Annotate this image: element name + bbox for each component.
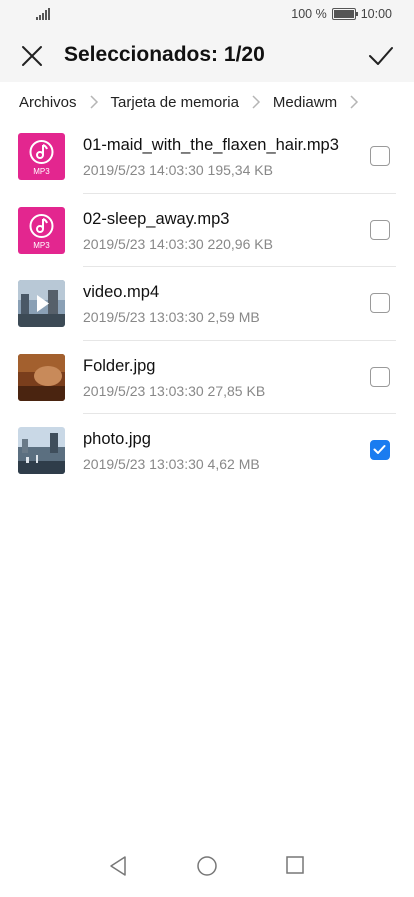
- back-triangle-icon[interactable]: [108, 855, 128, 877]
- status-bar: 100 % 10:00: [0, 0, 414, 30]
- file-row[interactable]: video.mp4 2019/5/23 13:03:30 2,59 MB: [0, 267, 414, 341]
- recents-square-icon[interactable]: [285, 855, 305, 875]
- page-title: Seleccionados: 1/20: [64, 43, 265, 66]
- file-meta: 2019/5/23 13:03:30 2,59 MB: [83, 309, 260, 325]
- battery-icon: [331, 8, 358, 20]
- file-row[interactable]: Folder.jpg 2019/5/23 13:03:30 27,85 KB: [0, 341, 414, 414]
- file-meta: 2019/5/23 13:03:30 4,62 MB: [83, 456, 260, 472]
- video-thumbnail: [18, 280, 65, 327]
- photo-thumbnail: [18, 427, 65, 474]
- file-checkbox[interactable]: [370, 146, 390, 166]
- home-circle-icon[interactable]: [196, 855, 218, 877]
- clock: 10:00: [360, 7, 392, 21]
- file-name: video.mp4: [83, 283, 160, 301]
- file-checkbox[interactable]: [370, 219, 390, 240]
- file-row[interactable]: photo.jpg 2019/5/23 13:03:30 4,62 MB: [0, 414, 414, 488]
- chevron-right-icon: [350, 95, 359, 109]
- checkmark-icon: [373, 445, 386, 454]
- system-navigation-bar: [0, 839, 414, 897]
- file-checkbox-checked[interactable]: [370, 440, 390, 460]
- image-thumbnail: [18, 353, 65, 401]
- file-name: 02-sleep_away.mp3: [83, 209, 230, 228]
- close-icon[interactable]: [20, 44, 44, 68]
- chevron-right-icon: [90, 95, 98, 109]
- breadcrumb-tarjeta[interactable]: Tarjeta de memoria: [111, 94, 239, 111]
- file-checkbox[interactable]: [370, 293, 390, 313]
- file-meta: 2019/5/23 13:03:30 27,85 KB: [83, 382, 266, 399]
- confirm-check-icon[interactable]: [368, 44, 394, 68]
- file-meta: 2019/5/23 14:03:30 195,34 KB: [83, 162, 273, 178]
- mp3-file-icon: MP3: [18, 133, 65, 180]
- file-meta: 2019/5/23 14:03:30 220,96 KB: [83, 235, 273, 252]
- signal-icon: [36, 8, 50, 20]
- mp3-file-icon: MP3: [18, 206, 65, 254]
- breadcrumb: Archivos Tarjeta de memoria Mediawm: [0, 82, 414, 122]
- app-bar: Seleccionados: 1/20: [0, 30, 414, 82]
- breadcrumb-archivos[interactable]: Archivos: [19, 94, 77, 111]
- file-row[interactable]: MP3 02-sleep_away.mp3 2019/5/23 14:03:30…: [0, 194, 414, 267]
- file-name: photo.jpg: [83, 430, 151, 448]
- breadcrumb-mediawm[interactable]: Mediawm: [273, 94, 337, 111]
- file-row[interactable]: MP3 01-maid_with_the_flaxen_hair.mp3 201…: [0, 120, 414, 194]
- file-name: 01-maid_with_the_flaxen_hair.mp3: [83, 136, 339, 154]
- file-checkbox[interactable]: [370, 366, 390, 387]
- battery-percent: 100 %: [291, 7, 327, 21]
- file-name: Folder.jpg: [83, 356, 156, 375]
- chevron-right-icon: [252, 95, 260, 109]
- file-list: MP3 01-maid_with_the_flaxen_hair.mp3 201…: [0, 120, 414, 488]
